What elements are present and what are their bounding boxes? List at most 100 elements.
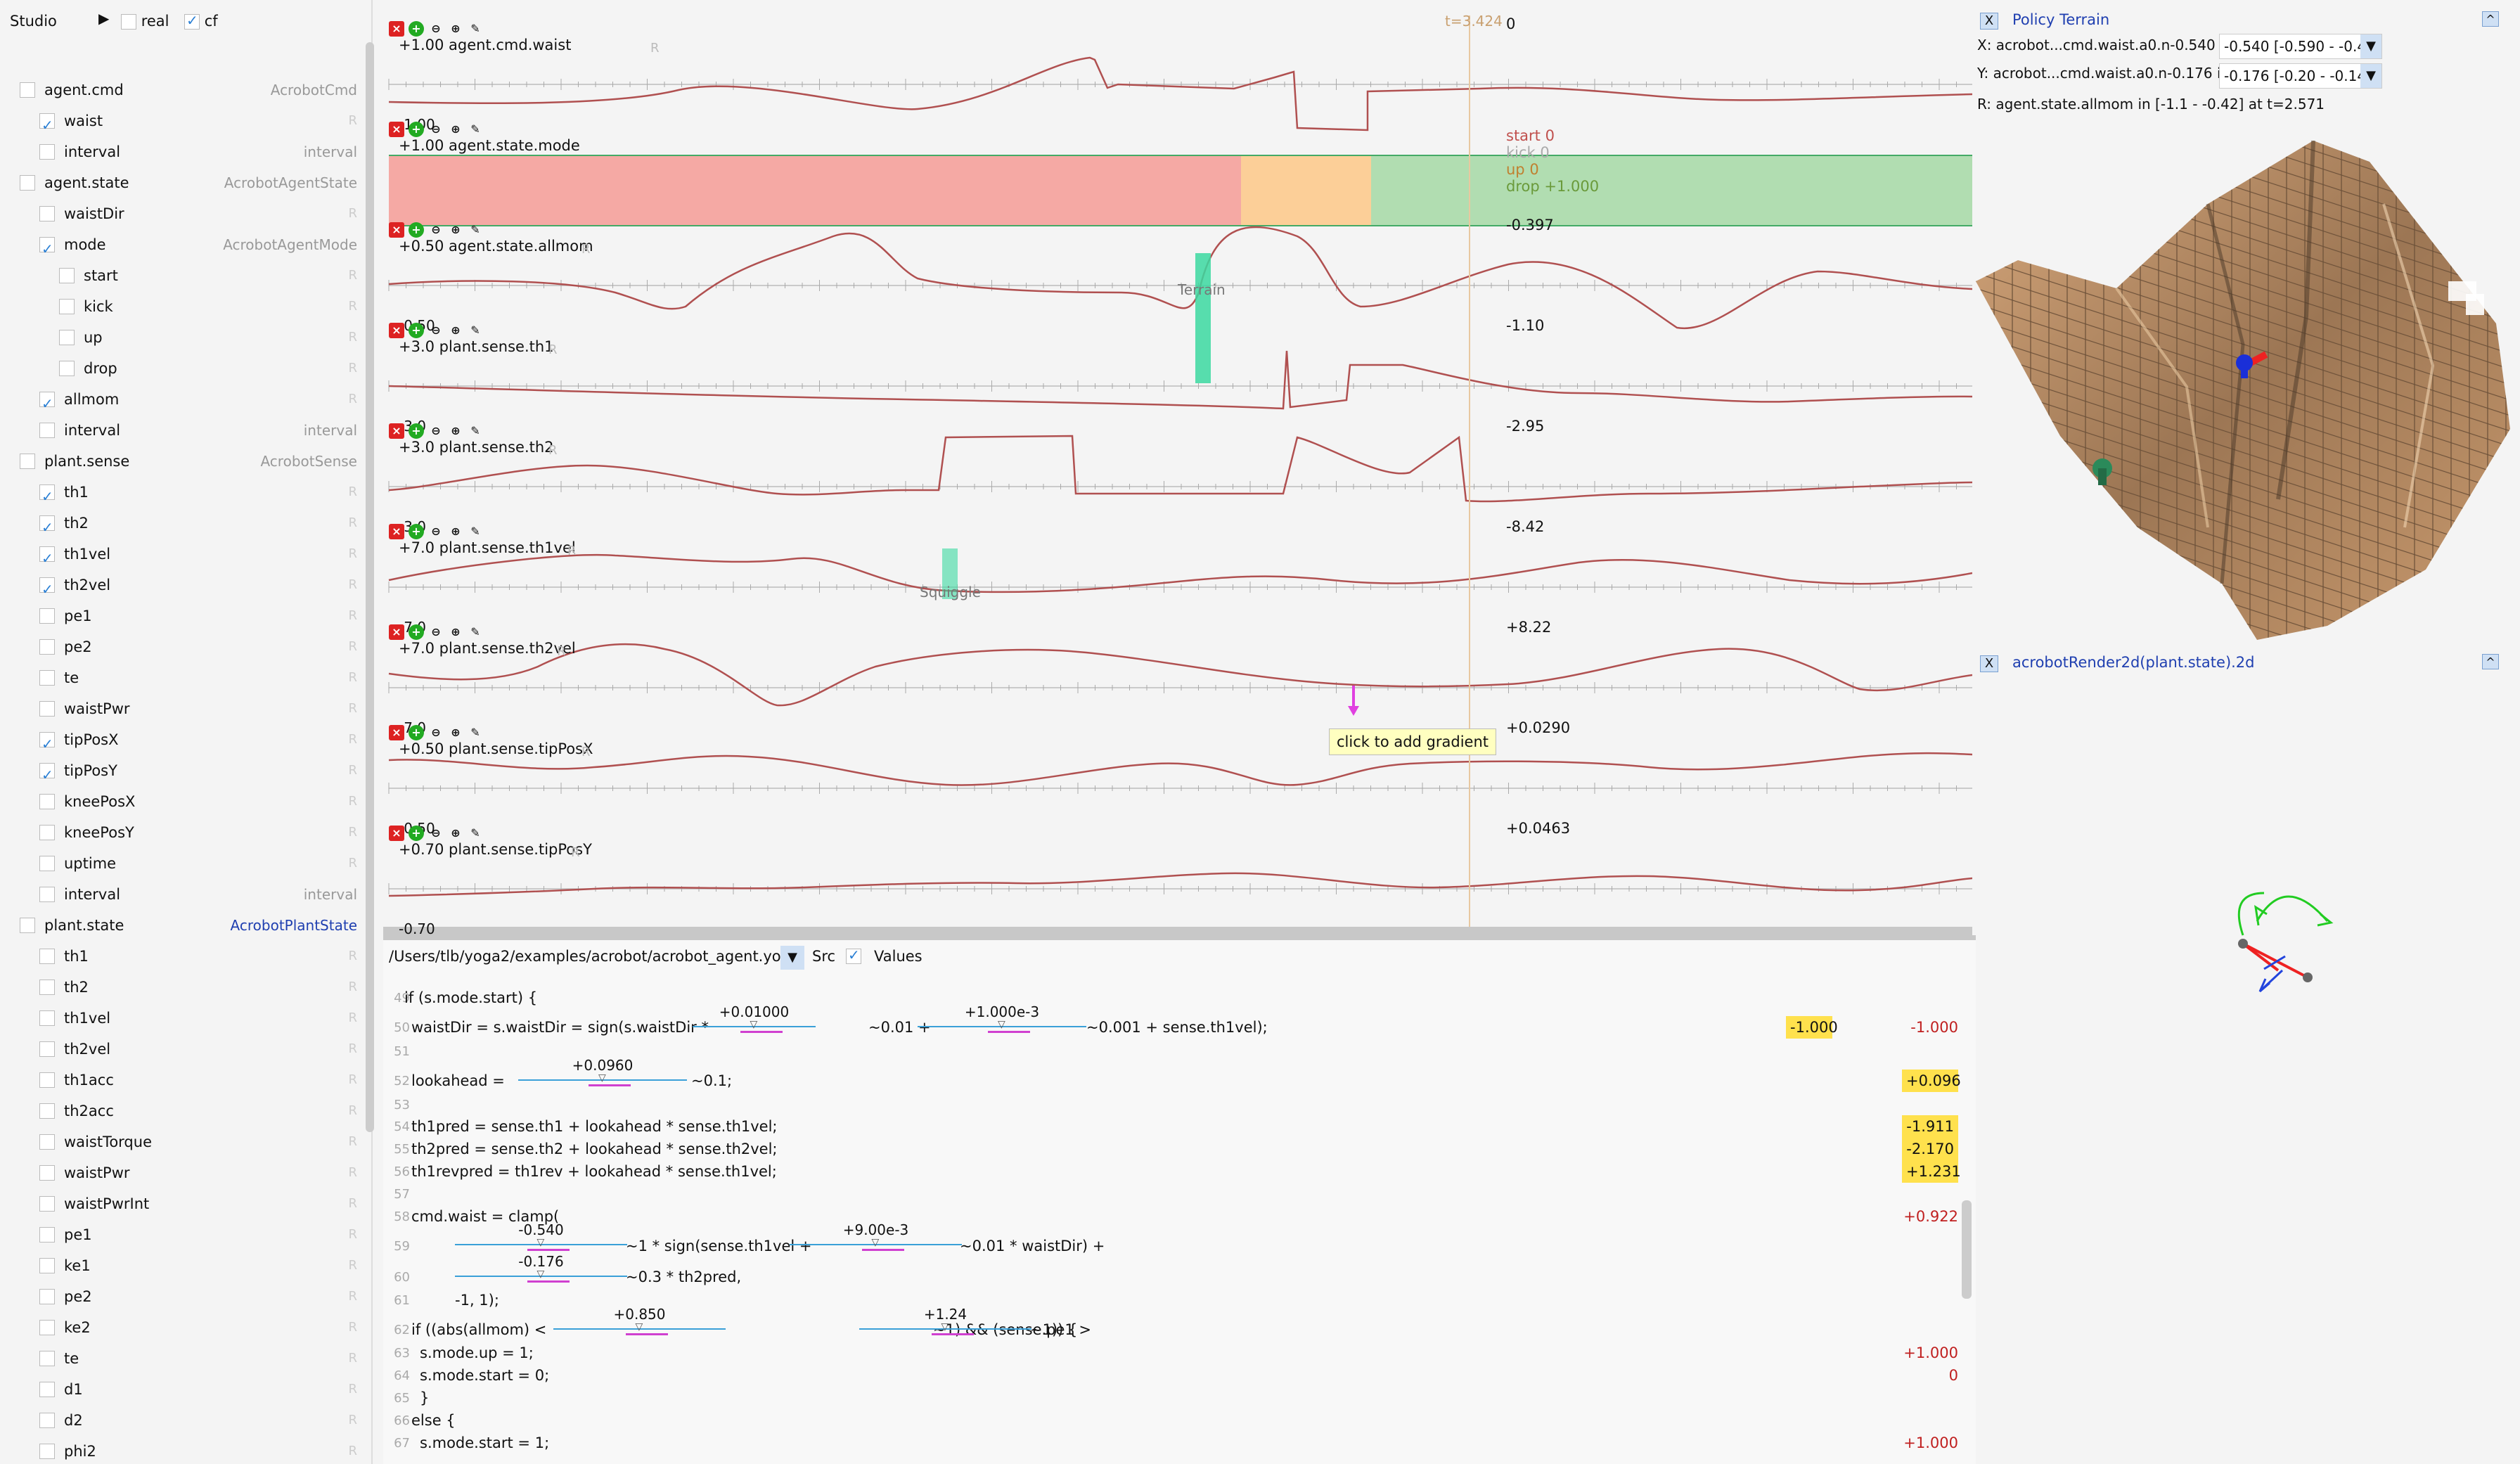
tree-item-checkbox[interactable] (39, 608, 55, 624)
terrain-annotation[interactable]: Terrain (1178, 281, 1226, 298)
tree-item[interactable]: waistPwrInt R (39, 1190, 357, 1218)
tree-item[interactable]: waist R (39, 107, 357, 139)
tree-item-checkbox[interactable] (39, 235, 55, 263)
tree-item[interactable]: plant.sense AcrobotSense (20, 447, 357, 475)
close-icon[interactable]: × (389, 524, 404, 539)
tree-item[interactable]: th2vel R (39, 571, 357, 603)
tree-item-checkbox[interactable] (39, 544, 55, 572)
slider-handle-icon[interactable]: ▽ (537, 1269, 545, 1280)
close-icon[interactable]: × (389, 725, 404, 740)
tree-item-checkbox[interactable] (39, 639, 55, 655)
tree-item-checkbox[interactable] (59, 268, 75, 283)
tree-item-checkbox[interactable] (39, 730, 55, 758)
panel-splitter[interactable] (383, 935, 1976, 940)
tree-item-checkbox[interactable] (59, 330, 75, 345)
tree-item-checkbox[interactable] (59, 299, 75, 314)
tree-item-checkbox[interactable] (39, 1258, 55, 1273)
tree-item-checkbox[interactable] (39, 1320, 55, 1335)
zoom-out-icon[interactable]: ⊖ (428, 826, 444, 841)
tree-item-checkbox[interactable] (39, 1444, 55, 1459)
parameter-slider[interactable]: -0.540 ▽ (455, 1221, 627, 1254)
tree-item-checkbox[interactable] (39, 701, 55, 717)
values-checkbox[interactable] (846, 946, 861, 964)
tree-item-checkbox[interactable] (39, 670, 55, 686)
parameter-slider[interactable]: +9.00e-3 ▽ (790, 1221, 962, 1254)
zoom-in-icon[interactable]: ⊕ (448, 624, 463, 640)
tree-item[interactable]: ke1 R (39, 1252, 357, 1280)
magic-wand-icon[interactable]: ✎ (468, 725, 483, 740)
chevron-down-icon[interactable]: ▼ (2360, 34, 2381, 58)
tree-item[interactable]: interval interval (39, 880, 357, 908)
add-icon[interactable]: + (409, 725, 424, 740)
tree-item-checkbox[interactable] (39, 825, 55, 840)
file-dropdown-button[interactable]: ▼ (780, 946, 804, 970)
tree-item-checkbox[interactable] (39, 856, 55, 871)
tree-item[interactable]: pe1 R (39, 602, 357, 630)
parameter-slider[interactable]: +1.24 ▽ (859, 1306, 1031, 1338)
magic-wand-icon[interactable]: ✎ (468, 122, 483, 137)
studio-menu[interactable]: Studio (10, 13, 57, 30)
tree-item-checkbox[interactable] (39, 513, 55, 541)
tree-item[interactable]: th2 R (39, 509, 357, 541)
tree-scrollbar[interactable] (366, 42, 374, 1132)
zoom-in-icon[interactable]: ⊕ (448, 524, 463, 539)
tree-item[interactable]: th1vel R (39, 540, 357, 572)
close-icon[interactable]: × (389, 826, 404, 841)
zoom-out-icon[interactable]: ⊖ (428, 725, 444, 740)
tree-item-checkbox[interactable] (39, 1010, 55, 1026)
tree-item-checkbox[interactable] (39, 482, 55, 511)
tree-item[interactable]: phi2 R (39, 1437, 357, 1464)
close-icon[interactable]: × (389, 222, 404, 238)
tree-item[interactable]: ke2 R (39, 1314, 357, 1342)
tree-item[interactable]: waistDir R (39, 200, 357, 228)
plots-canvas[interactable] (383, 0, 1972, 935)
terrain-close-button[interactable]: X (1980, 13, 1998, 30)
tree-item-checkbox[interactable] (39, 1382, 55, 1397)
tree-item[interactable]: interval interval (39, 416, 357, 444)
tree-item-checkbox[interactable] (39, 1351, 55, 1366)
tree-item[interactable]: tipPosY R (39, 757, 357, 789)
tree-item[interactable]: kneePosX R (39, 788, 357, 816)
tree-item-checkbox[interactable] (39, 949, 55, 964)
tree-item-checkbox[interactable] (39, 1072, 55, 1088)
magic-wand-icon[interactable]: ✎ (468, 624, 483, 640)
add-icon[interactable]: + (409, 122, 424, 137)
real-checkbox[interactable] (121, 14, 136, 30)
slider-handle-icon[interactable]: ▽ (872, 1237, 880, 1248)
magic-wand-icon[interactable]: ✎ (468, 524, 483, 539)
parameter-slider[interactable]: -0.176 ▽ (455, 1253, 627, 1285)
squiggle-annotation[interactable]: Squiggle (920, 584, 981, 601)
tree-item-checkbox[interactable] (39, 423, 55, 438)
tree-item-checkbox[interactable] (39, 575, 55, 603)
tree-item[interactable]: th1 R (39, 942, 357, 970)
zoom-out-icon[interactable]: ⊖ (428, 323, 444, 338)
tree-item[interactable]: start R (59, 262, 357, 290)
real-toggle[interactable]: real (121, 13, 169, 30)
zoom-in-icon[interactable]: ⊕ (448, 323, 463, 338)
acrobot-render-2d[interactable] (2215, 879, 2377, 999)
file-path[interactable]: /Users/tlb/yoga2/examples/acrobot/acrobo… (389, 948, 799, 965)
tree-item[interactable]: th2acc R (39, 1097, 357, 1125)
slider-handle-icon[interactable]: ▽ (636, 1321, 643, 1333)
close-icon[interactable]: × (389, 423, 404, 439)
tree-item-checkbox[interactable] (39, 980, 55, 995)
tree-item[interactable]: drop R (59, 354, 357, 383)
close-icon[interactable]: × (389, 323, 404, 338)
tree-item[interactable]: plant.state AcrobotPlantState (20, 911, 357, 939)
tree-item-checkbox[interactable] (39, 144, 55, 160)
tree-item[interactable]: agent.state AcrobotAgentState (20, 169, 357, 197)
close-icon[interactable]: × (389, 624, 404, 640)
tree-item[interactable]: pe2 R (39, 633, 357, 661)
add-icon[interactable]: + (409, 222, 424, 238)
add-icon[interactable]: + (409, 21, 424, 37)
parameter-slider[interactable]: +0.01000 ▽ (693, 1003, 816, 1036)
tree-item[interactable]: waistPwr R (39, 1159, 357, 1187)
tree-item-checkbox[interactable] (39, 111, 55, 139)
tree-item[interactable]: kick R (59, 293, 357, 321)
code-scrollbar[interactable] (1962, 1200, 1972, 1299)
zoom-out-icon[interactable]: ⊖ (428, 624, 444, 640)
parameter-slider[interactable]: +0.0960 ▽ (518, 1057, 687, 1089)
tree-item-checkbox[interactable] (39, 1103, 55, 1119)
tree-item-checkbox[interactable] (20, 175, 35, 191)
tree-item[interactable]: te R (39, 664, 357, 692)
